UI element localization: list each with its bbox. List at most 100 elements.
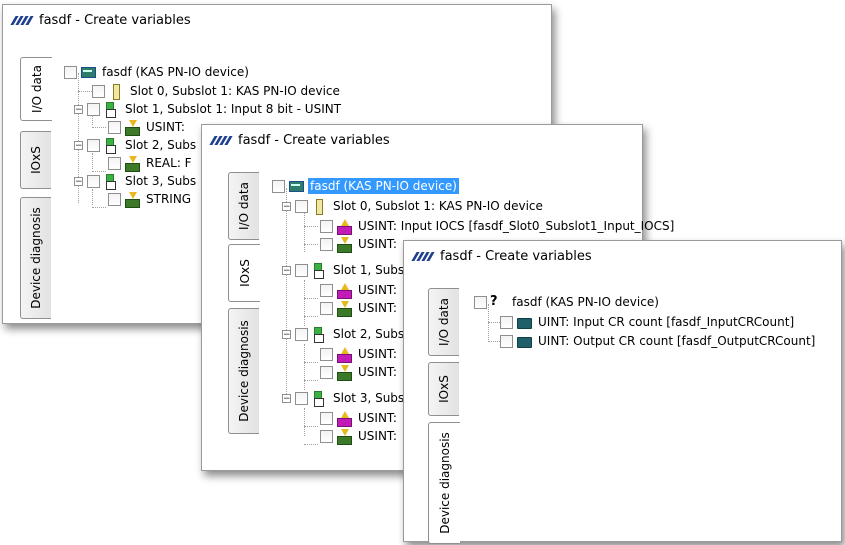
tree-item: − Slot 1, Subslot 1: Input 8 bit - USINT — [74, 100, 343, 118]
item-checkbox[interactable] — [87, 138, 100, 152]
window-device-diagnosis: fasdf - Create variables I/O data IOxS D… — [403, 240, 842, 544]
tree-item: UINT: Output CR count [fasdf_OutputCRCou… — [500, 332, 817, 350]
tree-item-label[interactable]: Slot 1, Subslot 1: Input 8 bit - USINT — [123, 101, 343, 117]
tab-ioxs[interactable]: IOxS — [20, 131, 51, 189]
item-checkbox[interactable] — [500, 315, 513, 329]
tree-item: USINT: — [320, 345, 399, 363]
slot-icon — [311, 198, 327, 215]
title-bar: fasdf - Create variables — [3, 5, 551, 35]
tree-root-label[interactable]: fasdf (KAS PN-IO device) — [308, 178, 459, 194]
tree-root-label[interactable]: fasdf (KAS PN-IO device) — [510, 294, 661, 310]
collapse-icon[interactable]: − — [74, 176, 83, 186]
item-checkbox[interactable] — [320, 411, 333, 425]
tree-item: USINT: Input IOCS [fasdf_Slot0_Subslot1_… — [320, 217, 676, 235]
root-checkbox[interactable] — [272, 179, 285, 193]
tree-item-label[interactable]: Slot 2, Subs — [331, 326, 406, 342]
device-icon — [288, 178, 304, 194]
tab-ioxs[interactable]: IOxS — [228, 244, 260, 302]
app-logo-icon — [411, 251, 435, 261]
input-variable-icon — [124, 191, 140, 208]
tree-item-label[interactable]: USINT: — [356, 236, 399, 252]
item-checkbox[interactable] — [295, 391, 308, 405]
tree-item: USINT: — [320, 235, 399, 253]
item-checkbox[interactable] — [320, 301, 333, 315]
tree-item-label[interactable]: Slot 0, Subslot 1: KAS PN-IO device — [331, 198, 545, 214]
item-checkbox[interactable] — [87, 102, 100, 116]
input-status-icon — [336, 300, 352, 317]
input-variable-icon — [124, 119, 140, 136]
tree-item-label[interactable]: STRING — [144, 191, 193, 207]
item-checkbox[interactable] — [500, 334, 513, 348]
input-status-icon — [336, 364, 352, 381]
tree-item: UINT: Input CR count [fasdf_InputCRCount… — [500, 313, 796, 331]
tree-item-label[interactable]: REAL: F — [144, 155, 194, 171]
tree-root: fasdf (KAS PN-IO device) — [64, 63, 251, 81]
item-checkbox[interactable] — [320, 347, 333, 361]
collapse-icon[interactable]: − — [282, 265, 291, 275]
tree-item-label[interactable]: USINT: — [356, 410, 399, 426]
tree-item-label[interactable]: USINT: — [356, 364, 399, 380]
item-checkbox[interactable] — [87, 174, 100, 188]
tree-item-label[interactable]: UINT: Output CR count [fasdf_OutputCRCou… — [536, 333, 817, 349]
tree-item-label[interactable]: USINT: — [356, 346, 399, 362]
item-checkbox[interactable] — [320, 219, 333, 233]
tree-item: USINT: — [320, 363, 399, 381]
tab-io-data[interactable]: I/O data — [228, 172, 259, 240]
output-status-icon — [336, 410, 352, 427]
tab-io-data[interactable]: I/O data — [20, 57, 52, 121]
collapse-icon[interactable]: − — [74, 140, 83, 150]
tree-item: − Slot 2, Subs — [282, 325, 406, 343]
tree-item-label[interactable]: USINT: — [356, 282, 399, 298]
tree-root: ? fasdf (KAS PN-IO device) — [474, 293, 661, 311]
root-checkbox[interactable] — [474, 295, 487, 309]
title-bar: fasdf - Create variables — [202, 125, 642, 155]
tree-item-label[interactable]: USINT: Input IOCS [fasdf_Slot0_Subslot1_… — [356, 218, 676, 234]
item-checkbox[interactable] — [108, 156, 121, 170]
item-checkbox[interactable] — [295, 263, 308, 277]
input-slot-icon — [311, 390, 327, 407]
tree-item-label[interactable]: Slot 3, Subs — [331, 390, 406, 406]
tree-item-label[interactable]: Slot 3, Subs — [123, 173, 198, 189]
tree-item-label[interactable]: Slot 2, Subs — [123, 137, 198, 153]
tree-item-label[interactable]: USINT: — [356, 428, 399, 444]
tree-root: fasdf (KAS PN-IO device) — [272, 177, 459, 195]
item-checkbox[interactable] — [320, 429, 333, 443]
tree-item-label[interactable]: Slot 0, Subslot 1: KAS PN-IO device — [128, 83, 342, 99]
item-checkbox[interactable] — [108, 120, 121, 134]
collapse-icon[interactable]: − — [282, 201, 291, 211]
item-checkbox[interactable] — [295, 327, 308, 341]
input-slot-icon — [311, 262, 327, 279]
input-slot-icon — [103, 173, 119, 190]
tree-item-label[interactable]: USINT: — [356, 300, 399, 316]
device-icon — [80, 64, 96, 80]
tab-io-data[interactable]: I/O data — [428, 288, 459, 356]
tab-strip: I/O data IOxS Device diagnosis — [428, 288, 462, 544]
item-checkbox[interactable] — [295, 199, 308, 213]
item-checkbox[interactable] — [320, 283, 333, 297]
tree-item-label[interactable]: UINT: Input CR count [fasdf_InputCRCount… — [536, 314, 796, 330]
tab-device-diagnosis[interactable]: Device diagnosis — [428, 422, 460, 544]
tree-item: − Slot 1, Subs — [282, 261, 406, 279]
input-status-icon — [336, 236, 352, 253]
collapse-icon[interactable]: − — [282, 329, 291, 339]
tab-device-diagnosis[interactable]: Device diagnosis — [228, 308, 259, 434]
item-checkbox[interactable] — [320, 365, 333, 379]
collapse-icon[interactable]: − — [74, 104, 83, 114]
tree-item: − Slot 3, Subs — [282, 389, 406, 407]
tree-item-label[interactable]: Slot 1, Subs — [331, 262, 406, 278]
tab-device-diagnosis[interactable]: Device diagnosis — [20, 197, 51, 319]
tab-ioxs[interactable]: IOxS — [428, 362, 459, 416]
item-checkbox[interactable] — [92, 84, 105, 98]
tree-item: USINT: — [320, 427, 399, 445]
tree-root-label[interactable]: fasdf (KAS PN-IO device) — [100, 64, 251, 80]
input-status-icon — [336, 428, 352, 445]
root-checkbox[interactable] — [64, 65, 77, 79]
input-slot-icon — [311, 326, 327, 343]
item-checkbox[interactable] — [320, 237, 333, 251]
tree-item-label[interactable]: USINT: — [144, 119, 187, 135]
item-checkbox[interactable] — [108, 192, 121, 206]
output-status-icon — [336, 218, 352, 235]
tree-item: USINT: — [320, 299, 399, 317]
collapse-icon[interactable]: − — [282, 393, 291, 403]
slot-icon — [108, 83, 124, 100]
